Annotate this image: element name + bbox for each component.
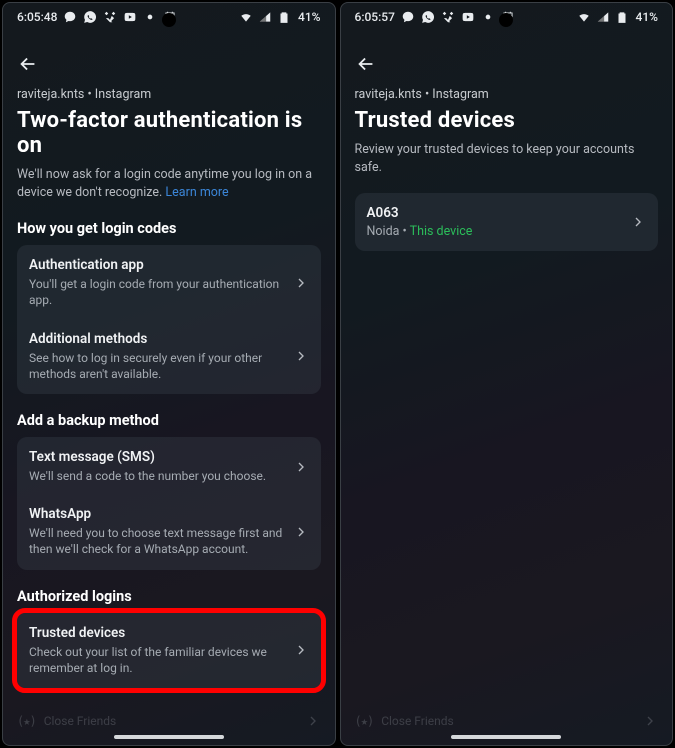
- chat-icon: [401, 10, 415, 24]
- device-location: Noida: [367, 224, 400, 239]
- row-whatsapp[interactable]: WhatsApp We'll need you to choose text m…: [17, 496, 321, 569]
- status-time: 6:05:57: [355, 10, 395, 24]
- tools-icon: [441, 10, 455, 24]
- faint-label: Close Friends: [381, 714, 454, 728]
- chevron-right-icon: [305, 713, 321, 729]
- star-icon: (★): [355, 714, 374, 728]
- chevron-right-icon: [293, 642, 309, 658]
- row-subtitle: We'll need you to choose text message fi…: [29, 525, 283, 557]
- signal-icon: [596, 10, 610, 24]
- section-login-codes: How you get login codes: [17, 220, 321, 237]
- card-device: A063 Noida • This device: [355, 193, 659, 251]
- chevron-right-icon: [293, 348, 309, 364]
- device-name: A063: [367, 205, 621, 221]
- row-subtitle: You'll get a login code from your authen…: [29, 276, 283, 308]
- dot-icon: [143, 10, 157, 24]
- wifi-icon: [577, 10, 591, 24]
- row-title: WhatsApp: [29, 506, 283, 522]
- wifi-icon: [239, 10, 253, 24]
- back-button[interactable]: [17, 53, 39, 75]
- card-login-codes: Authentication app You'll get a login co…: [17, 245, 321, 394]
- phone-left: 6:05:48 41% raviteja.knts • Instagram Tw…: [2, 2, 336, 746]
- faint-overlay-row: (★) Close Friends: [3, 713, 335, 729]
- battery-percent: 41%: [636, 10, 658, 24]
- tools-icon: [103, 10, 117, 24]
- learn-more-link[interactable]: Learn more: [165, 185, 228, 200]
- youtube-icon: [461, 10, 475, 24]
- row-subtitle: We'll send a code to the number you choo…: [29, 468, 283, 484]
- chevron-right-icon: [293, 275, 309, 291]
- chat-icon: [63, 10, 77, 24]
- card-backup-methods: Text message (SMS) We'll send a code to …: [17, 437, 321, 570]
- battery-icon: [277, 10, 291, 24]
- section-authorized-logins: Authorized logins: [17, 588, 321, 605]
- dot-icon: [481, 10, 495, 24]
- row-subtitle: Check out your list of the familiar devi…: [29, 644, 283, 676]
- signal-icon: [258, 10, 272, 24]
- chevron-right-icon: [642, 713, 658, 729]
- youtube-icon: [123, 10, 137, 24]
- battery-icon: [615, 10, 629, 24]
- page-description: We'll now ask for a login code anytime y…: [17, 166, 321, 202]
- page-title: Trusted devices: [355, 108, 659, 133]
- chevron-right-icon: [630, 214, 646, 230]
- battery-percent: 41%: [298, 10, 320, 24]
- row-device[interactable]: A063 Noida • This device: [355, 193, 659, 251]
- row-title: Text message (SMS): [29, 449, 283, 465]
- whatsapp-icon: [83, 10, 97, 24]
- chevron-right-icon: [293, 459, 309, 475]
- this-device-label: This device: [410, 224, 473, 239]
- row-subtitle: See how to log in securely even if your …: [29, 350, 283, 382]
- breadcrumb: raviteja.knts • Instagram: [355, 87, 659, 102]
- nav-pill[interactable]: [114, 735, 224, 739]
- row-additional-methods[interactable]: Additional methods See how to log in sec…: [17, 321, 321, 394]
- card-trusted-devices: Trusted devices Check out your list of t…: [17, 613, 321, 688]
- back-button[interactable]: [355, 53, 377, 75]
- phone-right: 6:05:57 41% raviteja.knts • Instagram Tr…: [340, 2, 674, 746]
- row-title: Authentication app: [29, 257, 283, 273]
- screen-content: raviteja.knts • Instagram Two-factor aut…: [3, 31, 335, 745]
- page-title: Two-factor authentication is on: [17, 108, 321, 158]
- dot-separator: •: [399, 224, 409, 239]
- row-authentication-app[interactable]: Authentication app You'll get a login co…: [17, 245, 321, 320]
- chevron-right-icon: [293, 524, 309, 540]
- camera-punch: [499, 13, 513, 27]
- screen-content: raviteja.knts • Instagram Trusted device…: [341, 31, 673, 745]
- row-trusted-devices[interactable]: Trusted devices Check out your list of t…: [17, 613, 321, 688]
- row-title: Additional methods: [29, 331, 283, 347]
- faint-overlay-row: (★) Close Friends: [341, 713, 673, 729]
- breadcrumb: raviteja.knts • Instagram: [17, 87, 321, 102]
- row-sms[interactable]: Text message (SMS) We'll send a code to …: [17, 437, 321, 496]
- row-title: Trusted devices: [29, 625, 283, 641]
- status-time: 6:05:48: [17, 10, 57, 24]
- whatsapp-icon: [421, 10, 435, 24]
- nav-pill[interactable]: [451, 735, 561, 739]
- page-description: Review your trusted devices to keep your…: [355, 141, 659, 177]
- device-subtitle: Noida • This device: [367, 224, 621, 239]
- section-backup-method: Add a backup method: [17, 412, 321, 429]
- camera-punch: [162, 13, 176, 27]
- faint-label: Close Friends: [44, 714, 117, 728]
- star-icon: (★): [17, 714, 36, 728]
